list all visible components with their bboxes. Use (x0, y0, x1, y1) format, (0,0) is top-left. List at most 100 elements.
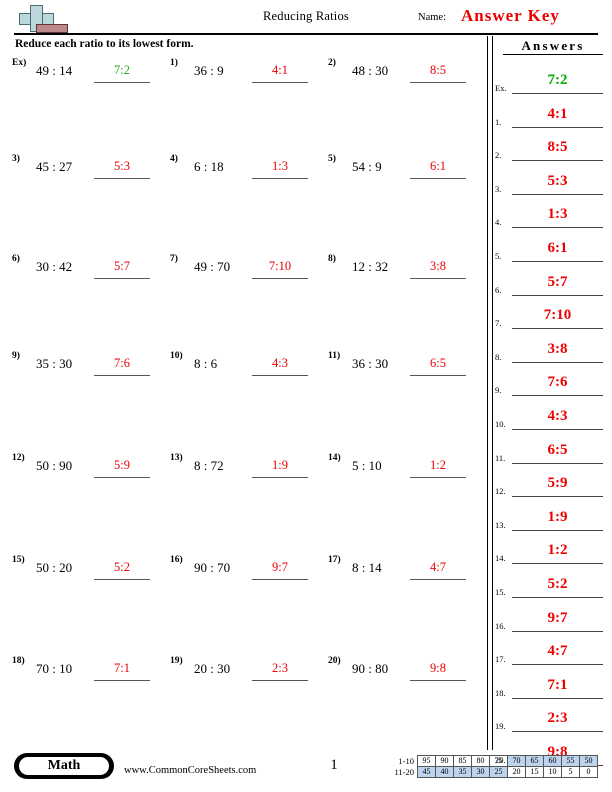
problem-number: 14) (328, 453, 341, 463)
answer-blank[interactable]: 2:3 (252, 660, 308, 681)
answer-row-blank[interactable]: 3:8 (512, 338, 603, 363)
answer-row-blank[interactable]: 4:1 (512, 103, 603, 128)
answer-row-label: 8. (495, 351, 502, 362)
problem-item: 10) 8 : 6 4:3 (170, 351, 320, 377)
answer-row-blank[interactable]: 4:3 (512, 405, 603, 430)
answer-value: 5:2 (114, 560, 130, 574)
answer-value: 4:3 (272, 356, 288, 370)
problem-number: 19) (170, 656, 183, 666)
header-divider-rule (14, 33, 598, 35)
answer-row-blank[interactable]: 8:5 (512, 136, 603, 162)
problem-item: 18) 70 : 10 7:1 (12, 656, 162, 682)
score-cell: 50 (579, 755, 598, 767)
answer-row-label: 13. (495, 519, 506, 530)
answer-blank[interactable]: 4:1 (252, 62, 308, 83)
answer-value: 2:3 (272, 661, 288, 675)
answer-blank[interactable]: 9:8 (410, 660, 466, 681)
answer-row-label: Ex. (495, 83, 507, 93)
problem-item: 6) 30 : 42 5:7 (12, 254, 162, 280)
page-header: Reducing Ratios Name: Answer Key (14, 4, 598, 36)
answer-row-value: 1:9 (547, 508, 568, 525)
answer-blank[interactable]: 4:3 (252, 355, 308, 376)
answer-value: 7:1 (114, 661, 130, 675)
ratio-expression: 50 : 20 (36, 560, 73, 575)
answer-row-label: 14. (495, 553, 506, 564)
score-key-row: 11-20 45 40 35 30 25 20 15 10 5 0 (388, 766, 598, 778)
answer-row-blank[interactable]: 5:3 (512, 170, 603, 195)
answer-row-label: 10. (495, 419, 506, 429)
answer-value: 7:6 (114, 356, 130, 370)
answer-row-blank[interactable]: 6:1 (512, 237, 603, 262)
answer-row: 12. 5:9 (495, 467, 607, 498)
score-cell: 65 (525, 755, 544, 767)
answer-row-label: 18. (495, 687, 506, 698)
problem-number: 9) (12, 351, 20, 361)
answer-row-blank[interactable]: 1:2 (512, 539, 603, 565)
answer-row-blank[interactable]: 7:1 (512, 674, 603, 699)
answer-blank[interactable]: 1:9 (252, 457, 308, 478)
answer-row-blank[interactable]: 1:9 (512, 506, 603, 531)
problem-item: 14) 5 : 10 1:2 (328, 453, 478, 479)
page-number: 1 (330, 757, 338, 773)
answer-row: 7. 7:10 (495, 299, 607, 330)
answer-blank[interactable]: 7:1 (94, 660, 150, 681)
answer-blank[interactable]: 7:10 (252, 258, 308, 279)
answer-row: 10. 4:3 (495, 400, 607, 430)
score-cell: 30 (471, 766, 490, 778)
problem-item: 3) 45 : 27 5:3 (12, 154, 162, 180)
answer-blank[interactable]: 5:3 (94, 158, 150, 179)
ratio-expression: 48 : 30 (352, 63, 389, 78)
problem-number: 7) (170, 254, 178, 264)
ratio-expression: 8 : 72 (194, 458, 224, 473)
ratio-expression: 49 : 14 (36, 63, 73, 78)
problem-item: 19) 20 : 30 2:3 (170, 656, 320, 682)
answer-blank[interactable]: 7:2 (94, 62, 150, 83)
problem-number: 18) (12, 656, 25, 666)
answer-row-label: 17. (495, 654, 506, 665)
answer-blank[interactable]: 9:7 (252, 559, 308, 580)
problem-row: Ex) 49 : 14 7:2 1) 36 : 9 4:1 2) 48 : 30 8:5 (12, 58, 482, 84)
answer-row-blank[interactable]: 1:3 (512, 203, 603, 229)
name-label: Name: (418, 12, 446, 23)
answer-blank[interactable]: 1:3 (252, 158, 308, 179)
answer-row-value: 5:7 (547, 273, 568, 290)
problem-item: 11) 36 : 30 6:5 (328, 351, 478, 377)
score-cell: 25 (489, 766, 508, 778)
answer-row-blank[interactable]: 2:3 (512, 707, 603, 733)
ratio-expression: 36 : 30 (352, 356, 389, 371)
answer-row-blank[interactable]: 7:2 (512, 69, 603, 94)
problem-number: Ex) (12, 58, 27, 68)
answer-row-blank[interactable]: 5:2 (512, 573, 603, 598)
answer-blank[interactable]: 6:5 (410, 355, 466, 376)
problem-item: 2) 48 : 30 8:5 (328, 58, 478, 84)
answer-blank[interactable]: 7:6 (94, 355, 150, 376)
answer-row-blank[interactable]: 5:7 (512, 271, 603, 296)
answer-blank[interactable]: 1:2 (410, 457, 466, 478)
problem-number: 13) (170, 453, 183, 463)
answer-row-blank[interactable]: 6:5 (512, 439, 603, 464)
answer-blank[interactable]: 5:7 (94, 258, 150, 279)
ratio-expression: 35 : 30 (36, 356, 73, 371)
answer-blank[interactable]: 4:7 (410, 559, 466, 580)
problem-number: 6) (12, 254, 20, 264)
ratio-expression: 12 : 32 (352, 259, 389, 274)
answer-row-blank[interactable]: 9:7 (512, 607, 603, 632)
answer-blank[interactable]: 5:9 (94, 457, 150, 478)
answer-row-blank[interactable]: 7:6 (512, 371, 603, 397)
ratio-expression: 36 : 9 (194, 63, 224, 78)
problem-grid: Ex) 49 : 14 7:2 1) 36 : 9 4:1 2) 48 : 30 8:5 3) 45… (12, 58, 482, 718)
answer-blank[interactable]: 3:8 (410, 258, 466, 279)
problem-row: 18) 70 : 10 7:1 19) 20 : 30 2:3 20) 90 : 80 9:8 (12, 656, 482, 682)
answer-value: 3:8 (430, 259, 446, 273)
answer-row-blank[interactable]: 5:9 (512, 472, 603, 498)
answer-blank[interactable]: 5:2 (94, 559, 150, 580)
page-footer: Math www.CommonCoreSheets.com 1 1-10 95 90… (14, 753, 598, 783)
answer-row-value: 1:3 (547, 206, 568, 223)
answer-blank[interactable]: 6:1 (410, 158, 466, 179)
answer-row-blank[interactable]: 4:7 (512, 640, 603, 666)
answer-row-blank[interactable]: 7:10 (512, 304, 603, 330)
score-cell: 40 (435, 766, 454, 778)
answer-row-value: 9:7 (547, 609, 568, 626)
answer-row-value: 7:2 (547, 72, 568, 88)
answer-blank[interactable]: 8:5 (410, 62, 466, 83)
